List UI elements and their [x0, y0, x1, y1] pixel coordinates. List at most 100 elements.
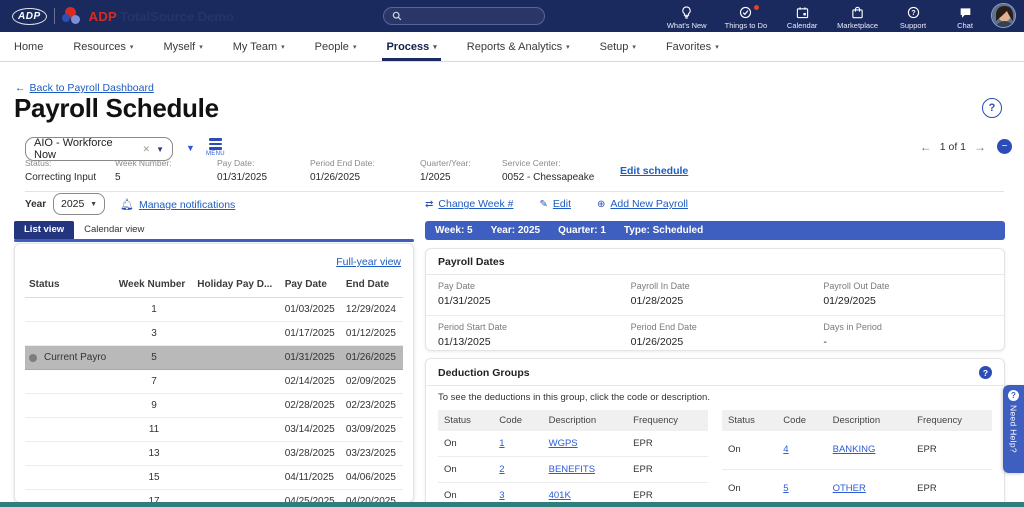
- table-row[interactable]: 1103/14/202503/09/2025: [25, 418, 403, 442]
- menu-item-home[interactable]: Home: [14, 32, 43, 61]
- deduction-groups-help-icon[interactable]: ?: [979, 366, 992, 379]
- menu-item-people[interactable]: People▾: [315, 32, 357, 61]
- menu-item-myself[interactable]: Myself▾: [163, 32, 202, 61]
- cell-holiday-pay: [193, 466, 280, 490]
- payroll-status-strip: Status:Correcting InputWeek Number:5Pay …: [25, 158, 1004, 192]
- table-row[interactable]: 17 04/25/202504/20/2025: [25, 490, 403, 504]
- pager-prev-icon[interactable]: ←: [920, 140, 932, 154]
- deduction-code-link[interactable]: 1: [499, 438, 504, 449]
- menu-item-reports-analytics[interactable]: Reports & Analytics▾: [467, 32, 570, 61]
- deduction-column-header: Frequency: [911, 410, 992, 431]
- search-input[interactable]: [407, 11, 527, 22]
- cell-pay-date: 01/31/2025: [281, 346, 342, 370]
- table-row[interactable]: Current Payro501/31/202501/26/2025: [25, 346, 403, 370]
- need-help-tab[interactable]: ? Need Help?: [1003, 385, 1024, 473]
- week-summary-header: Week: 5Year: 2025Quarter: 1Type: Schedul…: [425, 221, 1005, 240]
- year-select[interactable]: 2025 ▼: [53, 193, 105, 215]
- cell-week-number: 17: [115, 490, 193, 504]
- calendar-icon: [796, 6, 809, 19]
- menu-item-resources[interactable]: Resources▾: [73, 32, 133, 61]
- menu-item-label: Home: [14, 41, 43, 53]
- full-year-view-link[interactable]: Full-year view: [336, 256, 401, 268]
- menu-item-setup[interactable]: Setup▾: [600, 32, 636, 61]
- deduction-description-link[interactable]: OTHER: [833, 483, 866, 494]
- deduction-code-link[interactable]: 5: [783, 483, 788, 494]
- deduction-groups-card: Deduction Groups ? To see the deductions…: [425, 358, 1005, 507]
- status-field: Quarter/Year:1/2025: [420, 158, 502, 183]
- cell-pay-date: 01/03/2025: [281, 298, 342, 322]
- cell-holiday-pay: [193, 322, 280, 346]
- add-new-payroll-link[interactable]: ⊕Add New Payroll: [597, 198, 688, 210]
- context-menu-button[interactable]: MENU: [206, 138, 225, 157]
- menu-item-label: Myself: [163, 41, 195, 53]
- whats-new-button[interactable]: What's New: [667, 2, 707, 30]
- search-icon: [392, 11, 402, 21]
- status-field-label: Service Center:: [502, 158, 620, 168]
- payroll-dates-title: Payroll Dates: [426, 249, 1004, 275]
- cell-week-number: 9: [115, 394, 193, 418]
- top-navigation-bar: ADP ADP TotalSource Demo What's NewThing…: [0, 0, 1024, 32]
- current-payroll-label: Current Payro: [44, 352, 106, 363]
- deduction-code-link[interactable]: 2: [499, 464, 504, 475]
- deduction-description-link[interactable]: 401K: [549, 490, 571, 501]
- table-row[interactable]: 101/03/202512/29/2024: [25, 298, 403, 322]
- chevron-down-icon: ▾: [281, 43, 285, 51]
- cell-week-number: 15: [115, 466, 193, 490]
- deduction-frequency: EPR: [627, 431, 708, 457]
- manage-notifications-link[interactable]: 🔔︎ Manage notifications: [120, 198, 235, 211]
- deduction-column-header: Status: [438, 410, 493, 431]
- marketplace-button[interactable]: Marketplace: [837, 2, 878, 30]
- menu-item-favorites[interactable]: Favorites▾: [666, 32, 719, 61]
- tab-calendar-view[interactable]: Calendar view: [74, 221, 154, 239]
- menu-item-my-team[interactable]: My Team▾: [233, 32, 285, 61]
- deduction-code-link[interactable]: 3: [499, 490, 504, 501]
- status-field: Status: Correcting Input: [25, 158, 115, 183]
- table-row[interactable]: 1303/28/202503/23/2025: [25, 442, 403, 466]
- payroll-date-field: Period Start Date01/13/2025: [426, 316, 619, 356]
- cell-pay-date: 04/25/2025: [281, 490, 342, 504]
- deduction-table-left: StatusCodeDescriptionFrequency On1WGPSEP…: [438, 410, 708, 507]
- cell-status: [25, 442, 115, 466]
- deduction-status: On: [438, 457, 493, 483]
- menu-item-label: Resources: [73, 41, 126, 53]
- support-button[interactable]: ?Support: [896, 2, 930, 30]
- pager-next-icon[interactable]: →: [974, 140, 986, 154]
- page-help-button[interactable]: ?: [982, 98, 1002, 118]
- edit-link[interactable]: ✎Edit: [540, 198, 571, 210]
- tab-list-view[interactable]: List view: [14, 221, 74, 239]
- status-field-value: Correcting Input: [25, 172, 115, 183]
- things-to-do-button[interactable]: Things to Do: [725, 2, 768, 30]
- cell-end-date: 04/20/2025: [342, 490, 403, 504]
- deduction-code-link[interactable]: 4: [783, 444, 788, 455]
- deduction-description-link[interactable]: BANKING: [833, 444, 876, 455]
- chat-button[interactable]: Chat: [948, 2, 982, 30]
- expand-selector-chevron[interactable]: ▼: [186, 143, 195, 153]
- year-label: Year: [25, 199, 46, 210]
- edit-schedule-link[interactable]: Edit schedule: [620, 165, 688, 177]
- deduction-description-link[interactable]: WGPS: [549, 438, 578, 449]
- deduction-description-link[interactable]: BENEFITS: [549, 464, 595, 475]
- collapse-panel-button[interactable]: −: [997, 139, 1012, 154]
- menu-item-process[interactable]: Process▾: [386, 32, 436, 61]
- cell-holiday-pay: [193, 442, 280, 466]
- clear-selection-icon[interactable]: ✕: [143, 144, 151, 155]
- table-row[interactable]: 702/14/202502/09/2025: [25, 370, 403, 394]
- adp-payroll-schedule-screen: ADP ADP TotalSource Demo What's NewThing…: [0, 0, 1024, 507]
- table-row[interactable]: 902/28/202502/23/2025: [25, 394, 403, 418]
- status-field-label: Status:: [25, 158, 115, 168]
- totalsource-logo-icon: [62, 6, 82, 26]
- change-week-link[interactable]: ⇄Change Week #: [425, 198, 514, 210]
- global-search[interactable]: [383, 7, 545, 25]
- cell-end-date: 03/09/2025: [342, 418, 403, 442]
- payroll-date-label: Period End Date: [631, 322, 800, 332]
- calendar-button[interactable]: Calendar: [785, 2, 819, 30]
- status-field-label: Week Number:: [115, 158, 217, 168]
- user-avatar[interactable]: [991, 3, 1016, 28]
- payroll-date-label: Period Start Date: [438, 322, 607, 332]
- cell-week-number: 3: [115, 322, 193, 346]
- menu-item-label: Setup: [600, 41, 629, 53]
- deduction-column-header: Frequency: [627, 410, 708, 431]
- status-field-value: 1/2025: [420, 172, 502, 183]
- table-row[interactable]: 1504/11/202504/06/2025: [25, 466, 403, 490]
- table-row[interactable]: 301/17/202501/12/2025: [25, 322, 403, 346]
